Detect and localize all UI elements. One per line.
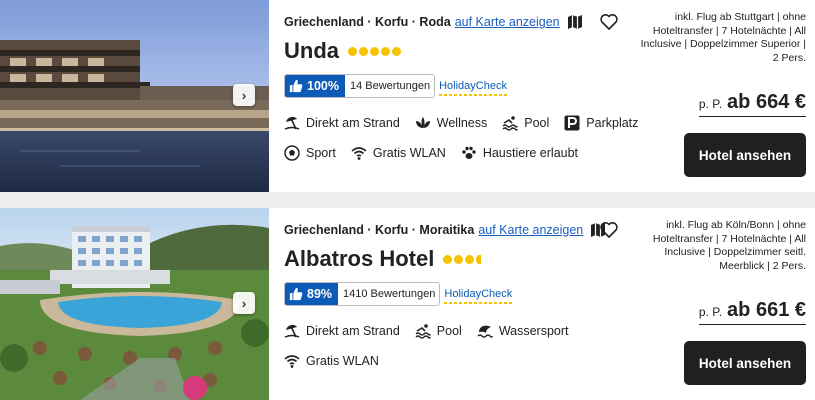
amenity-wifi: Gratis WLAN xyxy=(351,145,446,161)
show-on-map-link[interactable]: auf Karte anzeigen xyxy=(455,15,560,29)
price-amount: ab 661 € xyxy=(727,299,806,321)
beach-umbrella-icon xyxy=(284,324,300,338)
soccer-ball-icon xyxy=(284,145,300,161)
map-icon[interactable] xyxy=(567,14,583,30)
photo-next-button[interactable]: › xyxy=(233,84,255,106)
price-amount: ab 664 € xyxy=(727,91,806,113)
pool-icon xyxy=(502,116,518,131)
review-rating[interactable]: 100% 14 Bewertungen HolidayCheck xyxy=(284,74,507,98)
hotel-info: Griechenland · Korfu · Moraitika auf Kar… xyxy=(284,208,644,400)
hotel-photo[interactable]: › xyxy=(0,208,269,400)
hotel-name[interactable]: Unda xyxy=(284,38,339,64)
price-per-person-label: p. P. xyxy=(698,97,723,111)
amenities-row: Sport Gratis WLAN Haustiere erlaubt xyxy=(284,145,593,161)
star-icon xyxy=(392,46,401,56)
price: p. P. ab 661 € xyxy=(698,299,806,325)
review-rating[interactable]: 89% 1410 Bewertungen HolidayCheck xyxy=(284,282,513,306)
amenity-pool: Pool xyxy=(415,323,462,339)
recommendation-badge: 89% xyxy=(285,283,339,305)
holidaycheck-logo: HolidayCheck xyxy=(444,288,513,304)
location-text: Griechenland · Korfu · Moraitika xyxy=(284,223,475,237)
recommendation-percent: 89% xyxy=(307,287,333,301)
star-icon xyxy=(370,46,379,56)
amenities-row: Direkt am Strand Wellness Pool Parkplatz xyxy=(284,115,653,131)
favorite-heart-icon[interactable] xyxy=(599,220,619,240)
star-icon xyxy=(465,254,475,264)
star-icon xyxy=(348,46,357,56)
hotel-name[interactable]: Albatros Hotel xyxy=(284,246,434,272)
half-star-icon xyxy=(476,254,482,264)
star-icon xyxy=(381,46,390,56)
thumbs-up-icon xyxy=(289,287,303,301)
amenity-wifi: Gratis WLAN xyxy=(284,353,379,369)
star-rating xyxy=(348,46,401,56)
show-on-map-link[interactable]: auf Karte anzeigen xyxy=(478,223,583,237)
amenity-water-sports: Wassersport xyxy=(477,323,569,339)
wifi-icon xyxy=(284,355,300,368)
amenity-parking: Parkplatz xyxy=(564,115,638,131)
location-text: Griechenland · Korfu · Roda xyxy=(284,15,451,29)
beach-umbrella-icon xyxy=(284,116,300,130)
amenity-pool: Pool xyxy=(502,115,549,131)
hotel-location: Griechenland · Korfu · Moraitika auf Kar… xyxy=(284,222,606,238)
offer-panel: inkl. Flug ab Köln/Bonn | ohne Hoteltran… xyxy=(636,208,806,400)
view-hotel-button[interactable]: Hotel ansehen xyxy=(684,341,806,385)
offer-panel: inkl. Flug ab Stuttgart | ohne Hoteltran… xyxy=(636,0,806,192)
review-count: 14 Bewertungen xyxy=(349,80,431,92)
parking-icon xyxy=(564,115,580,131)
water-sports-icon xyxy=(477,325,493,338)
star-icon xyxy=(443,254,453,264)
favorite-heart-icon[interactable] xyxy=(599,12,619,32)
wifi-icon xyxy=(351,147,367,160)
review-count: 1410 Bewertungen xyxy=(343,288,436,300)
hotel-card[interactable]: › Griechenland · Korfu · Roda auf Karte … xyxy=(0,0,815,192)
pool-icon xyxy=(415,324,431,339)
offer-details: inkl. Flug ab Köln/Bonn | ohne Hoteltran… xyxy=(652,219,806,272)
recommendation-percent: 100% xyxy=(307,79,339,93)
thumbs-up-icon xyxy=(289,79,303,93)
amenity-wellness: Wellness xyxy=(415,115,487,131)
hotel-results-list: › Griechenland · Korfu · Roda auf Karte … xyxy=(0,0,815,400)
view-hotel-button[interactable]: Hotel ansehen xyxy=(684,133,806,177)
hotel-location: Griechenland · Korfu · Roda auf Karte an… xyxy=(284,14,583,30)
amenity-beach: Direkt am Strand xyxy=(284,323,400,339)
recommendation-badge: 100% xyxy=(285,75,345,97)
holidaycheck-logo: HolidayCheck xyxy=(439,80,507,96)
offer-details: inkl. Flug ab Stuttgart | ohne Hoteltran… xyxy=(640,11,806,64)
hotel-photo[interactable]: › xyxy=(0,0,269,192)
star-icon xyxy=(359,46,368,56)
paw-icon xyxy=(462,146,476,159)
amenity-sport: Sport xyxy=(284,145,336,161)
photo-next-button[interactable]: › xyxy=(233,292,255,314)
amenities-row: Direkt am Strand Pool Wassersport xyxy=(284,323,584,339)
hotel-card[interactable]: › Griechenland · Korfu · Moraitika auf K… xyxy=(0,208,815,400)
price: p. P. ab 664 € xyxy=(698,91,806,117)
lotus-icon xyxy=(415,117,430,128)
star-icon xyxy=(454,254,464,264)
amenity-beach: Direkt am Strand xyxy=(284,115,400,131)
hotel-info: Griechenland · Korfu · Roda auf Karte an… xyxy=(284,0,644,192)
amenity-pets: Haustiere erlaubt xyxy=(461,145,578,161)
star-rating xyxy=(443,254,482,264)
price-per-person-label: p. P. xyxy=(698,305,723,319)
amenities-row: Gratis WLAN xyxy=(284,353,394,369)
